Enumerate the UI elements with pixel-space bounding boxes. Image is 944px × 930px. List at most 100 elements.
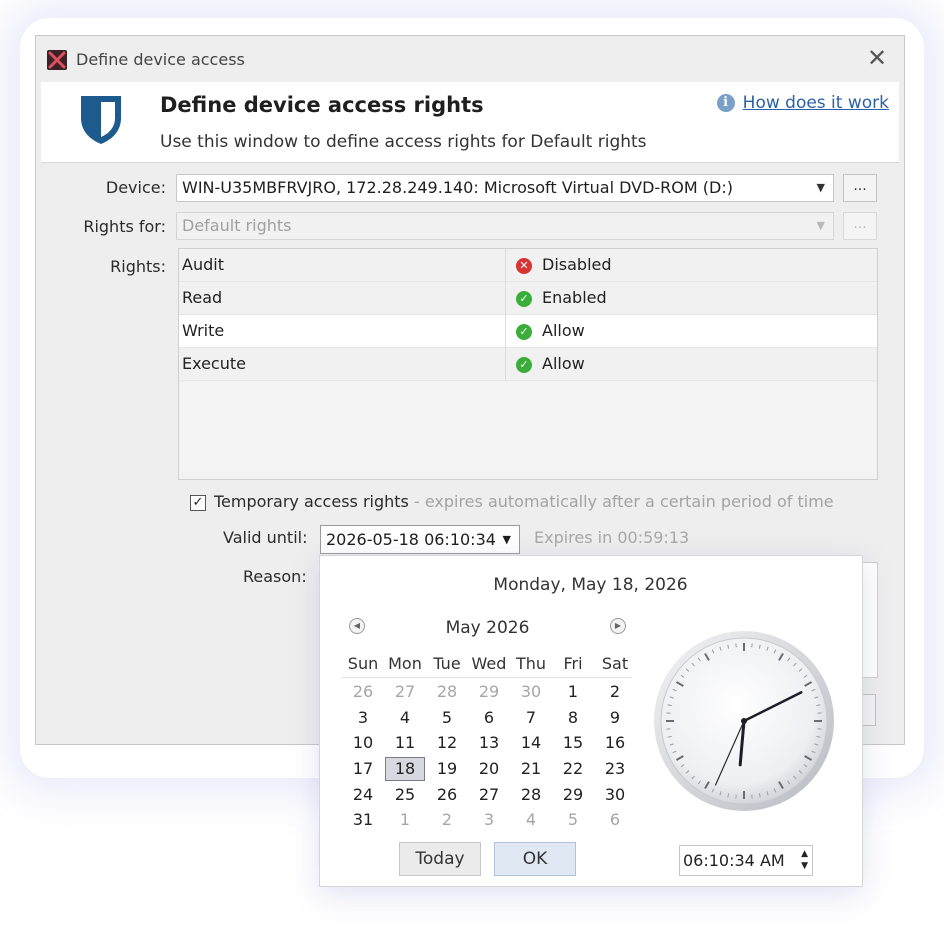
valid-until-label: Valid until:	[223, 528, 308, 547]
right-status-text: Disabled	[542, 255, 612, 274]
temporary-access-label[interactable]: Temporary access rights - expires automa…	[214, 492, 834, 511]
spin-arrows[interactable]: ▲ ▼	[801, 848, 808, 872]
help-link-text[interactable]: How does it work	[743, 93, 889, 113]
weekday-header: Sat	[601, 654, 629, 673]
calendar-day[interactable]: 30	[594, 783, 636, 807]
rights-label: Rights:	[110, 257, 166, 276]
right-status[interactable]: ✓ Allow	[516, 354, 585, 373]
calendar-day[interactable]: 22	[552, 757, 594, 781]
today-button[interactable]: Today	[399, 842, 481, 876]
table-row[interactable]: Read ✓ Enabled	[179, 282, 877, 315]
weekday-header: Fri	[563, 654, 583, 673]
table-row[interactable]: Audit ✕ Disabled	[179, 249, 877, 282]
check-circle-icon: ✓	[516, 291, 532, 307]
calendar-day-selected[interactable]: 18	[385, 757, 425, 781]
time-value: 06:10:34 AM	[683, 851, 785, 870]
calendar-day[interactable]: 16	[594, 731, 636, 755]
spin-down-icon[interactable]: ▼	[801, 861, 808, 871]
calendar-day[interactable]: 2	[426, 808, 468, 832]
calendar-day[interactable]: 8	[552, 706, 594, 730]
table-row[interactable]: Execute ✓ Allow	[179, 348, 877, 381]
close-button[interactable]: ✕	[866, 46, 888, 70]
calendar-day[interactable]: 21	[510, 757, 552, 781]
right-status[interactable]: ✕ Disabled	[516, 255, 612, 274]
info-icon: i	[716, 94, 735, 112]
right-status[interactable]: ✓ Allow	[516, 321, 585, 340]
calendar-day[interactable]: 14	[510, 731, 552, 755]
calendar-day[interactable]: 27	[384, 680, 426, 704]
device-label: Device:	[105, 178, 166, 197]
calendar-day[interactable]: 5	[426, 706, 468, 730]
calendar-day[interactable]: 17	[342, 757, 384, 781]
calendar-day[interactable]: 4	[384, 706, 426, 730]
calendar-day[interactable]: 5	[552, 808, 594, 832]
chevron-down-icon: ▼	[816, 181, 825, 194]
calendar-day[interactable]: 6	[468, 706, 510, 730]
calendar-day[interactable]: 7	[510, 706, 552, 730]
calendar-day[interactable]: 1	[384, 808, 426, 832]
calendar-day[interactable]: 25	[384, 783, 426, 807]
calendar-day[interactable]: 1	[552, 680, 594, 704]
check-circle-icon: ✓	[516, 357, 532, 373]
calendar-day[interactable]: 19	[426, 757, 468, 781]
right-name: Read	[182, 288, 223, 307]
chevron-down-icon: ▼	[502, 533, 511, 546]
clock-center-pin	[741, 718, 747, 724]
calendar-day[interactable]: 23	[594, 757, 636, 781]
valid-until-datetime-picker[interactable]: 2026-05-18 06:10:34 ▼	[320, 525, 520, 554]
right-status-text: Allow	[542, 354, 585, 373]
calendar-day[interactable]: 2	[594, 680, 636, 704]
next-month-button[interactable]: ▶	[610, 618, 626, 634]
time-spinner[interactable]: 06:10:34 AM ▲ ▼	[679, 845, 813, 876]
reason-label: Reason:	[243, 567, 307, 586]
column-divider	[505, 282, 506, 315]
calendar-day[interactable]: 29	[552, 783, 594, 807]
dialog-heading: Define device access rights	[160, 93, 484, 117]
calendar-day[interactable]: 10	[342, 731, 384, 755]
calendar-day[interactable]: 12	[426, 731, 468, 755]
calendar-day[interactable]: 28	[510, 783, 552, 807]
calendar-day[interactable]: 26	[342, 680, 384, 704]
calendar-day[interactable]: 28	[426, 680, 468, 704]
chevron-down-icon: ▼	[816, 219, 825, 232]
weekday-header: Wed	[471, 654, 507, 673]
spin-up-icon[interactable]: ▲	[801, 849, 808, 859]
calendar-day[interactable]: 15	[552, 731, 594, 755]
rights-for-select: Default rights ▼	[176, 212, 834, 240]
column-divider	[505, 315, 506, 348]
device-browse-button[interactable]: ...	[843, 174, 877, 202]
calendar-day[interactable]: 31	[342, 808, 384, 832]
calendar-day[interactable]: 20	[468, 757, 510, 781]
window-title: Define device access	[76, 50, 245, 69]
calendar-day[interactable]: 3	[468, 808, 510, 832]
ok-button[interactable]: OK	[494, 842, 576, 876]
calendar-day[interactable]: 30	[510, 680, 552, 704]
calendar-day[interactable]: 26	[426, 783, 468, 807]
app-logo-icon	[47, 50, 67, 70]
right-status-text: Enabled	[542, 288, 607, 307]
analog-clock	[654, 631, 834, 811]
calendar-day[interactable]: 24	[342, 783, 384, 807]
weekday-header: Tue	[433, 654, 461, 673]
calendar-day[interactable]: 11	[384, 731, 426, 755]
expires-countdown: Expires in 00:59:13	[534, 528, 690, 547]
temporary-access-checkbox[interactable]: ✓	[190, 495, 206, 511]
calendar-day[interactable]: 27	[468, 783, 510, 807]
calendar-day[interactable]: 13	[468, 731, 510, 755]
calendar-day[interactable]: 9	[594, 706, 636, 730]
weekday-header: Sun	[347, 654, 379, 673]
device-select[interactable]: WIN-U35MBFRVJRO, 172.28.249.140: Microso…	[176, 174, 834, 202]
calendar-day[interactable]: 6	[594, 808, 636, 832]
right-status[interactable]: ✓ Enabled	[516, 288, 607, 307]
rights-for-value: Default rights	[182, 216, 292, 235]
calendar-day[interactable]: 29	[468, 680, 510, 704]
calendar-day[interactable]: 4	[510, 808, 552, 832]
calendar-divider	[342, 677, 632, 678]
table-row[interactable]: Write ✓ Allow	[179, 315, 877, 348]
help-link[interactable]: i How does it work	[716, 93, 889, 113]
rights-table: Audit ✕ Disabled Read ✓ Enabled Write ✓ All…	[178, 248, 878, 480]
prev-month-button[interactable]: ◀	[349, 618, 365, 634]
column-divider	[505, 348, 506, 381]
calendar-day[interactable]: 3	[342, 706, 384, 730]
weekday-header: Mon	[388, 654, 422, 673]
